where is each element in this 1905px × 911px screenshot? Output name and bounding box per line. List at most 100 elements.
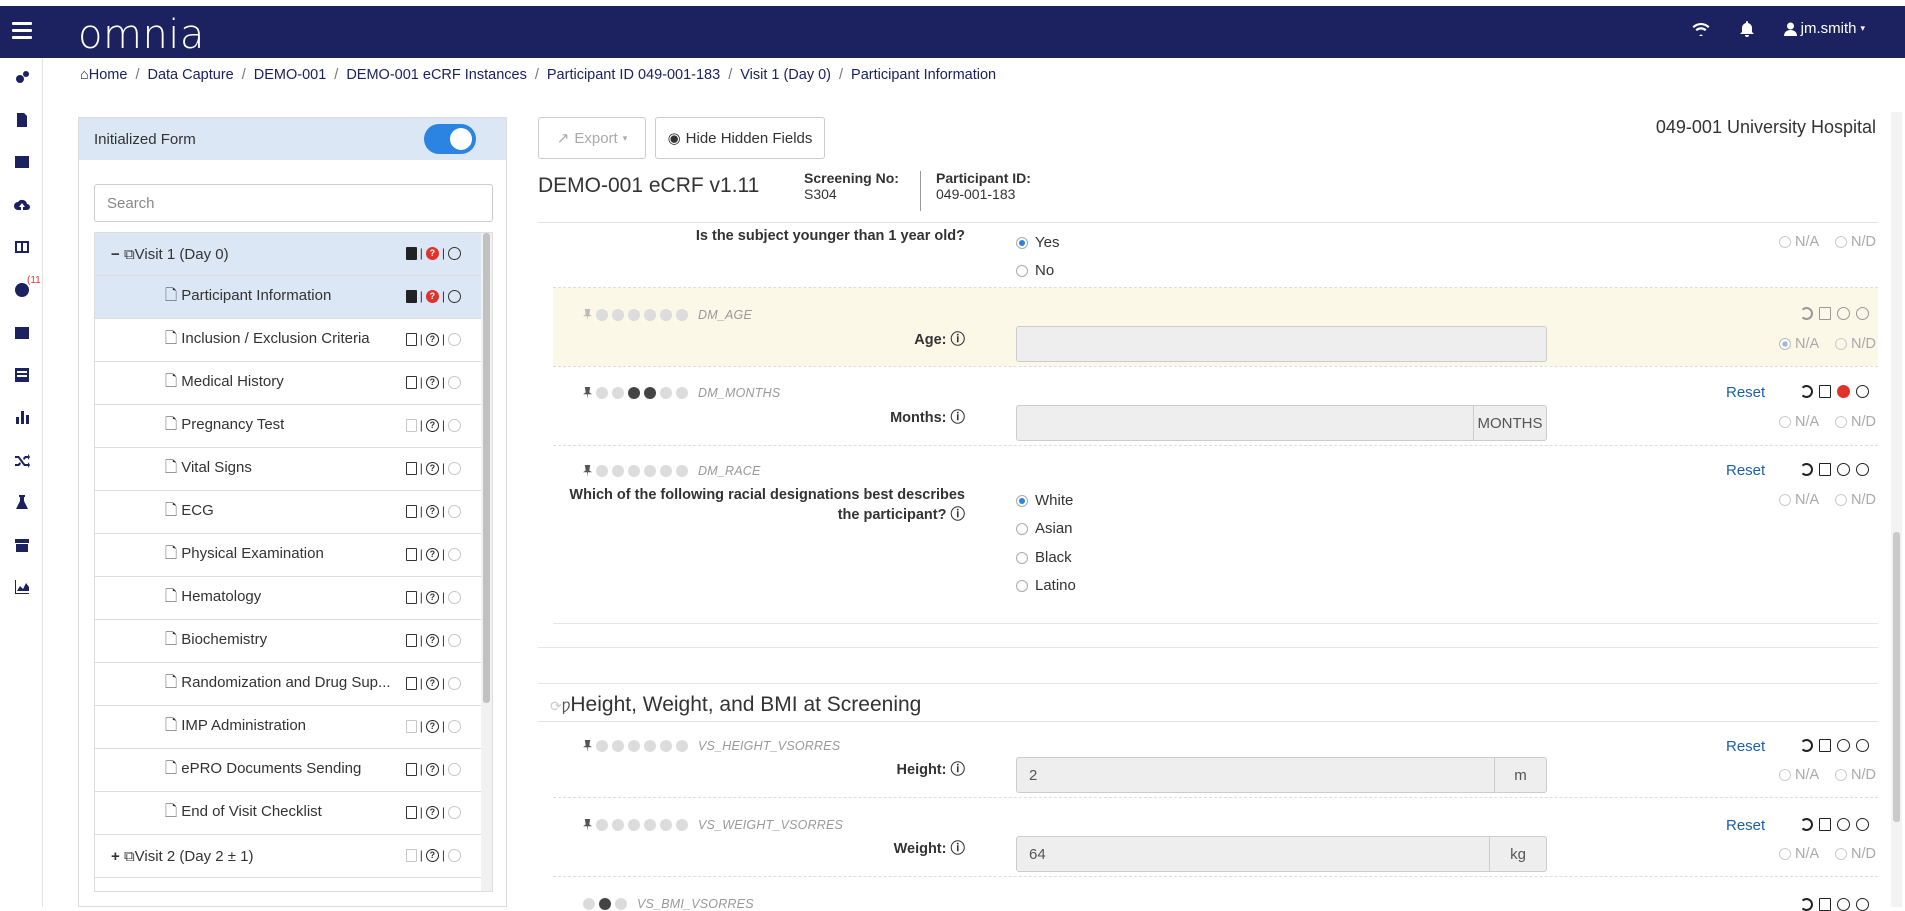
- query-icon[interactable]: ?: [425, 676, 439, 690]
- settings-icon[interactable]: [660, 387, 672, 399]
- file-icon[interactable]: [405, 590, 417, 604]
- pin-icon[interactable]: [583, 819, 592, 831]
- calendar-icon[interactable]: [0, 318, 43, 346]
- refresh-icon[interactable]: [612, 740, 624, 752]
- breadcrumb-data-capture[interactable]: Data Capture: [147, 67, 233, 83]
- settings-icon[interactable]: [660, 819, 672, 831]
- file-icon[interactable]: [405, 805, 417, 819]
- refresh-icon[interactable]: [612, 465, 624, 477]
- note-icon[interactable]: [1819, 739, 1831, 752]
- file-icon[interactable]: [0, 106, 43, 134]
- status-icon[interactable]: [1856, 818, 1869, 831]
- query-icon[interactable]: ?: [425, 289, 439, 303]
- help-icon[interactable]: [644, 309, 656, 321]
- tree-form-item[interactable]: 🗋 Participant Information |? |: [95, 276, 481, 319]
- reset-button[interactable]: Reset: [1726, 738, 1765, 755]
- query-icon[interactable]: [1837, 739, 1850, 752]
- settings-icon[interactable]: [660, 740, 672, 752]
- status-icon[interactable]: [448, 418, 461, 432]
- tree-form-item[interactable]: 🗋 ePRO Documents Sending |? |: [95, 749, 481, 792]
- page-scrollbar-thumb[interactable]: [1893, 532, 1900, 822]
- reset-button[interactable]: Reset: [1726, 384, 1765, 401]
- query-icon[interactable]: [1837, 307, 1850, 320]
- nd-radio[interactable]: N/D: [1835, 414, 1876, 430]
- nd-radio[interactable]: N/D: [1835, 767, 1876, 783]
- na-radio[interactable]: N/A: [1779, 492, 1819, 508]
- bar-chart-icon[interactable]: [0, 403, 43, 431]
- tree-form-item[interactable]: 🗋 ECG |? |: [95, 491, 481, 534]
- lock-icon[interactable]: [596, 819, 608, 831]
- edit-icon[interactable]: [615, 898, 627, 910]
- query-icon[interactable]: [1837, 385, 1850, 398]
- radio-white[interactable]: White: [1016, 492, 1073, 509]
- help-icon[interactable]: [644, 465, 656, 477]
- na-radio[interactable]: N/A: [1779, 234, 1819, 250]
- status-icon[interactable]: [448, 461, 461, 475]
- status-icon[interactable]: [448, 676, 461, 690]
- random-icon[interactable]: [0, 446, 43, 474]
- status-icon[interactable]: [1856, 898, 1869, 911]
- status-icon[interactable]: [448, 633, 461, 647]
- query-icon[interactable]: ?: [425, 418, 439, 432]
- file-icon[interactable]: [405, 633, 417, 647]
- cloud-upload-icon[interactable]: [0, 191, 43, 219]
- image-icon[interactable]: [0, 148, 43, 176]
- file-icon[interactable]: [405, 375, 417, 389]
- tree-form-item[interactable]: 🗋 Randomization and Drug Sup... |? |: [95, 663, 481, 706]
- expand-icon[interactable]: +: [111, 848, 120, 865]
- area-chart-icon[interactable]: [0, 573, 43, 601]
- pin-icon[interactable]: [583, 387, 592, 399]
- info-icon[interactable]: ⓘ: [951, 332, 966, 348]
- user-menu[interactable]: jm.smith ▾: [1783, 20, 1865, 37]
- nd-radio[interactable]: N/D: [1835, 846, 1876, 862]
- query-icon[interactable]: [1837, 898, 1850, 911]
- breadcrumb-ecrf-instances[interactable]: DEMO-001 eCRF Instances: [346, 67, 527, 83]
- refresh-icon[interactable]: [612, 309, 624, 321]
- edit-icon[interactable]: [676, 387, 688, 399]
- search-input[interactable]: [94, 184, 493, 222]
- query-icon[interactable]: ?: [425, 633, 439, 647]
- collapse-icon[interactable]: −: [111, 246, 120, 263]
- settings-icon[interactable]: [660, 309, 672, 321]
- note-icon[interactable]: [1819, 898, 1831, 911]
- lock-icon[interactable]: [596, 309, 608, 321]
- refresh-icon[interactable]: [612, 387, 624, 399]
- lock-icon[interactable]: [596, 387, 608, 399]
- status-icon[interactable]: [448, 375, 461, 389]
- query-icon[interactable]: ?: [425, 504, 439, 518]
- note-icon[interactable]: [1819, 463, 1831, 476]
- edit-icon[interactable]: [676, 740, 688, 752]
- settings-icon[interactable]: [660, 465, 672, 477]
- pin-icon[interactable]: [583, 740, 592, 752]
- menu-icon[interactable]: [10, 18, 34, 42]
- status-icon[interactable]: [448, 289, 461, 303]
- tree-visit-2[interactable]: + ⧉Visit 2 (Day 2 ± 1) |? |: [95, 835, 481, 878]
- radio-asian[interactable]: Asian: [1016, 520, 1073, 537]
- help-icon[interactable]: [644, 740, 656, 752]
- tree-form-item[interactable]: 🗋 IMP Administration |? |: [95, 706, 481, 749]
- tree-form-item[interactable]: 🗋 Pregnancy Test |? |: [95, 405, 481, 448]
- info-icon[interactable]: ⓘ: [951, 762, 966, 778]
- status-icon[interactable]: [1856, 307, 1869, 320]
- help-icon[interactable]: (11: [0, 275, 43, 304]
- export-button[interactable]: ↗ Export ▾: [538, 117, 646, 159]
- tree-scrollbar[interactable]: [481, 233, 492, 891]
- hide-hidden-fields-button[interactable]: ◉ Hide Hidden Fields: [655, 117, 825, 159]
- info-icon[interactable]: ⓘ: [951, 841, 966, 857]
- pin-icon[interactable]: [583, 309, 592, 321]
- file-icon[interactable]: [405, 504, 417, 518]
- note-icon[interactable]: [1819, 307, 1831, 320]
- height-input[interactable]: 2: [1016, 757, 1495, 793]
- tree-form-item[interactable]: 🗋 Biochemistry |? |: [95, 620, 481, 663]
- query-icon[interactable]: ?: [425, 762, 439, 776]
- wifi-icon[interactable]: [1692, 22, 1710, 36]
- flask-icon[interactable]: [0, 488, 43, 516]
- weight-input[interactable]: 64: [1016, 836, 1490, 872]
- history-icon[interactable]: [1800, 818, 1813, 831]
- radio-no[interactable]: No: [1016, 262, 1054, 279]
- status-icon[interactable]: [448, 246, 461, 260]
- status-icon[interactable]: [448, 719, 461, 733]
- file-icon[interactable]: [405, 461, 417, 475]
- radio-black[interactable]: Black: [1016, 549, 1072, 566]
- file-icon[interactable]: [405, 762, 417, 776]
